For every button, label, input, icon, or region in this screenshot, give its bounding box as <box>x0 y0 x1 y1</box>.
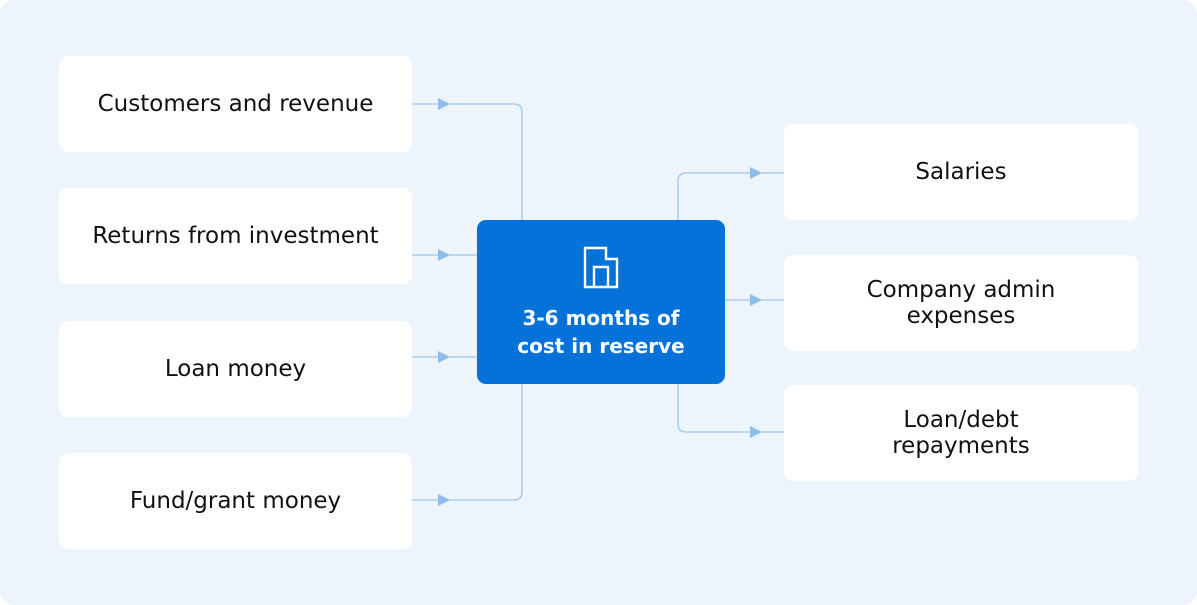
connector-salaries <box>677 172 784 220</box>
arrow-returns <box>438 249 450 261</box>
use-box-repayments: Loan/debt repayments <box>784 385 1138 481</box>
reserve-title: 3-6 months of cost in reserve <box>517 305 685 358</box>
source-label: Loan money <box>164 356 307 382</box>
arrow-admin <box>750 294 762 306</box>
source-box-customers: Customers and revenue <box>59 56 412 152</box>
reserve-box: 3-6 months of cost in reserve <box>477 220 725 384</box>
use-label: Company admin expenses <box>866 277 1056 329</box>
arrow-repayments <box>750 426 762 438</box>
use-label: Salaries <box>915 159 1007 185</box>
source-box-fund: Fund/grant money <box>59 453 412 549</box>
building-icon <box>582 245 620 296</box>
arrow-fund <box>438 494 450 506</box>
source-label: Returns from investment <box>92 223 379 249</box>
connector-fund <box>412 384 523 501</box>
source-label: Customers and revenue <box>97 91 374 117</box>
source-box-returns: Returns from investment <box>59 188 412 284</box>
arrow-customers <box>438 98 450 110</box>
use-box-admin: Company admin expenses <box>784 255 1138 351</box>
connector-repayments <box>677 384 784 433</box>
connector-customers <box>412 103 523 220</box>
source-box-loan-money: Loan money <box>59 321 412 417</box>
source-label: Fund/grant money <box>129 488 342 514</box>
use-box-salaries: Salaries <box>784 124 1138 220</box>
flow-diagram: Customers and revenue Returns from inves… <box>0 0 1197 605</box>
use-label: Loan/debt repayments <box>892 407 1030 459</box>
arrow-salaries <box>750 167 762 179</box>
arrow-loan-money <box>438 351 450 363</box>
